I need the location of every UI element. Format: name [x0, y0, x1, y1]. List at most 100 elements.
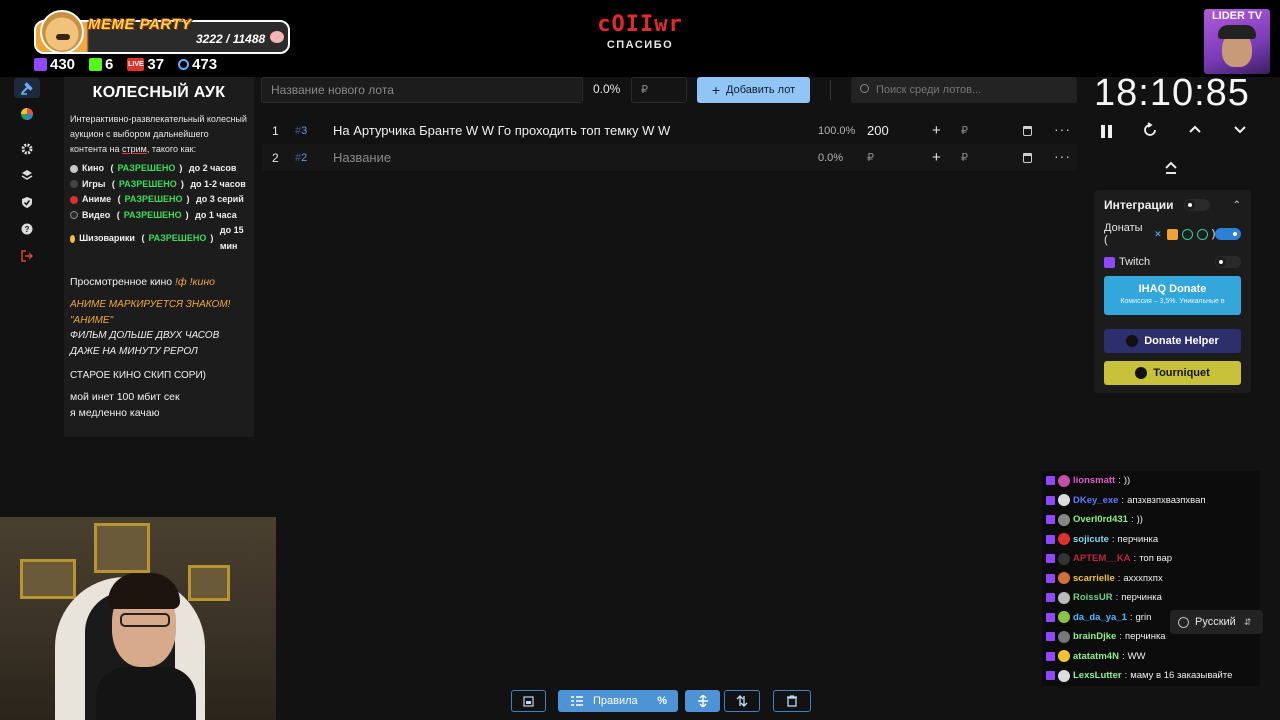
more-icon[interactable]: ··· — [1054, 148, 1071, 164]
stat-kick: 6 — [89, 56, 113, 73]
avatar — [1058, 591, 1070, 604]
rules-button[interactable]: Правила % — [558, 690, 678, 712]
wall-painting — [188, 565, 230, 601]
wall-painting — [94, 523, 150, 573]
sort-icon[interactable] — [724, 690, 760, 712]
add-lot-label: Добавить лот — [726, 84, 796, 96]
donations-toggle[interactable] — [1215, 228, 1241, 240]
donationalerts-icon — [1167, 228, 1179, 240]
lot-row[interactable]: 1 #3 На Артурчика Бранте W W Го проходит… — [262, 117, 1077, 144]
twitch-icon — [1046, 593, 1055, 603]
rule-item: Игры (РАЗРЕШЕНО) до 1-2 часов — [70, 177, 248, 193]
wheel-icon[interactable] — [14, 104, 40, 124]
chat-message: RoissUR: перчинка — [1042, 588, 1260, 608]
delete-icon[interactable] — [1023, 125, 1032, 136]
donate-helper-button[interactable]: Donate Helper — [1104, 329, 1241, 353]
twitch-toggle[interactable] — [1215, 256, 1241, 268]
rule-limit: до 2 часов — [188, 163, 237, 173]
twitch-icon — [1046, 476, 1055, 486]
chat-colon: : — [1121, 494, 1125, 506]
rule-item: Аниме (РАЗРЕШЕНО) до 3 серий — [70, 192, 248, 208]
clear-all-icon[interactable] — [773, 690, 811, 712]
chevron-up-icon[interactable] — [1185, 122, 1205, 141]
chat-text: grin — [1135, 611, 1152, 623]
watched-label: Просмотренное кино — [70, 276, 173, 288]
integrations-panel: Интеграции ⌃ Донаты ( ✕ ) Twitch IHAQ Do… — [1094, 190, 1251, 393]
chat-user: LexsLutter — [1073, 670, 1122, 682]
lot-title[interactable]: Название — [333, 150, 391, 165]
restart-icon[interactable] — [1140, 122, 1160, 143]
add-lot-button[interactable]: + Добавить лот — [697, 77, 810, 103]
chat-text: WW — [1127, 650, 1146, 662]
avatar — [1058, 552, 1070, 565]
live-icon: LIVE — [127, 58, 145, 71]
avatar — [1058, 669, 1070, 682]
lot-amount[interactable]: 200 — [867, 123, 889, 138]
avatar — [1058, 572, 1070, 585]
collapse-icon[interactable] — [1164, 161, 1178, 178]
chat-message: sojicute: перчинка — [1042, 529, 1260, 549]
lot-amount[interactable]: ₽ — [867, 151, 874, 164]
tourniquet-button[interactable]: Tourniquet — [1104, 361, 1241, 385]
new-lot-name-input[interactable]: Название нового лота — [261, 77, 583, 103]
gear-icon[interactable] — [14, 139, 40, 159]
chat-colon: : — [1119, 631, 1122, 643]
stat-twitch: 430 — [34, 56, 75, 73]
language-value: Русский — [1195, 616, 1236, 628]
auction-description: КОЛЕСНЫЙ АУК Интерактивно-развлекательны… — [64, 77, 254, 437]
wall-painting — [20, 559, 76, 599]
donate-helper-icon — [1126, 335, 1139, 347]
layers-icon[interactable] — [14, 165, 40, 185]
chevron-down-icon[interactable] — [1230, 122, 1250, 141]
help-icon[interactable]: ? — [14, 219, 40, 239]
chat-message: DKey_exe: апзхвзпхвазпхвап — [1042, 490, 1260, 510]
tourniquet-icon — [1135, 367, 1148, 379]
plus-icon: + — [711, 82, 721, 98]
ihaq-donate-button[interactable]: IHAQ Donate Комиссия – 3,5%. Уникальные … — [1104, 276, 1241, 315]
avatar — [1058, 533, 1070, 546]
lot-add-amount-input[interactable]: ₽ — [961, 151, 968, 164]
twitch-icon — [1046, 612, 1055, 622]
lot-title[interactable]: На Артурчика Бранте W W Го проходить топ… — [333, 123, 670, 138]
kick-icon — [89, 58, 103, 71]
new-lot-amount-input[interactable]: ₽ — [631, 77, 687, 103]
rule-name: Аниме — [82, 194, 112, 204]
net-note-2: я медленно качаю — [70, 406, 160, 419]
stat-value: 37 — [147, 56, 165, 73]
search-lots-input[interactable]: Поиск среди лотов... — [851, 77, 1077, 103]
chat-colon: : — [1111, 533, 1115, 545]
add-amount-button[interactable]: + — [932, 149, 941, 166]
chat-message: scarrielle: ахххпхпх — [1042, 568, 1260, 588]
tourniquet-label: Tourniquet — [1153, 367, 1210, 379]
shield-icon[interactable] — [14, 192, 40, 212]
chat-colon: : — [1129, 611, 1133, 623]
integrations-toggle[interactable] — [1183, 199, 1210, 211]
lider-tv-badge: LIDER TV — [1204, 9, 1270, 74]
chat-user: Overl0rd431 — [1073, 514, 1128, 526]
chat-user: brainDjke — [1073, 631, 1117, 643]
lot-add-amount-input[interactable]: ₽ — [961, 124, 968, 137]
logout-icon[interactable] — [14, 246, 40, 266]
gamepad-icon — [70, 180, 78, 189]
chat-text: топ вар — [1139, 553, 1173, 565]
streamer-banner: cOIIwr СПАСИБО — [540, 12, 740, 51]
lot-id-value: 2 — [301, 151, 308, 164]
language-select[interactable]: Русский ⇵ — [1170, 610, 1263, 634]
anime-mark: "АНИМЕ" — [70, 314, 114, 326]
more-icon[interactable]: ··· — [1054, 121, 1071, 137]
lot-row[interactable]: 2 #2 Название 0.0% ₽ + ₽ ··· — [262, 144, 1077, 171]
twitch-icon — [1046, 573, 1055, 583]
twitch-icon — [1046, 651, 1055, 661]
viewer-stats: 430 6 LIVE 37 473 — [34, 56, 217, 73]
save-icon[interactable] — [511, 690, 546, 712]
delete-icon[interactable] — [1023, 152, 1032, 163]
stat-value: 473 — [192, 56, 218, 73]
chat-user: DKey_exe — [1073, 494, 1119, 506]
rule-item: Кино (РАЗРЕШЕНО) до 2 часов — [70, 161, 248, 177]
chat-overlay: lionsmatt:)) DKey_exe: апзхвзпхвазпхвап O… — [1042, 471, 1260, 686]
add-amount-button[interactable]: + — [932, 122, 941, 139]
fit-icon[interactable] — [685, 690, 720, 712]
film-note-1: ФИЛЬМ ДОЛЬШЕ ДВУХ ЧАСОВ — [70, 330, 220, 341]
gavel-icon[interactable] — [14, 78, 40, 98]
chevron-up-icon[interactable]: ⌃ — [1233, 200, 1241, 211]
